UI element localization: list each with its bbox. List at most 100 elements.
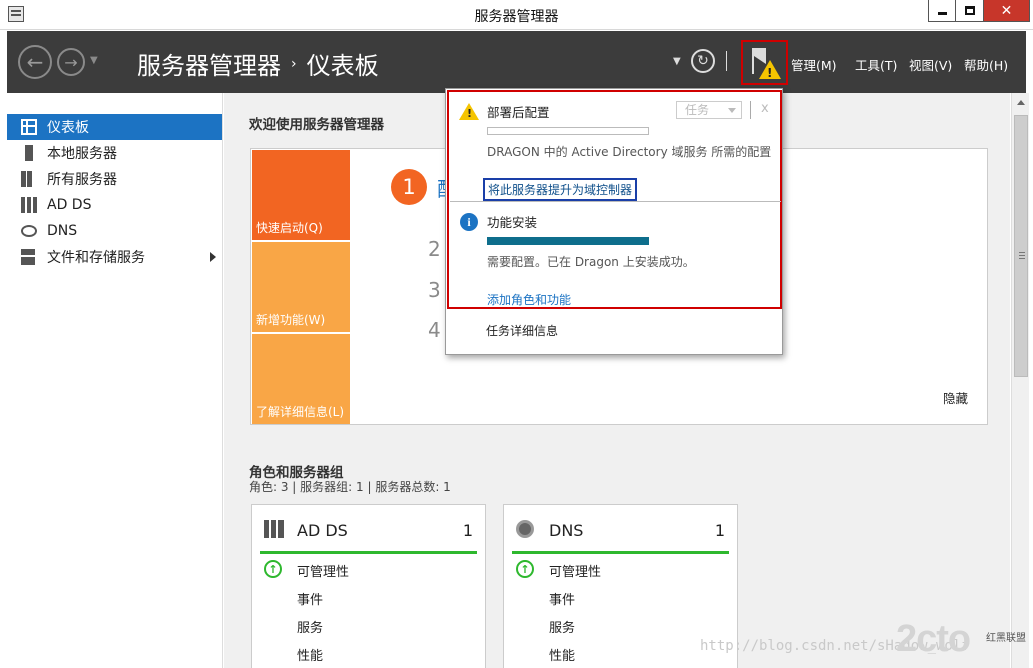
header-divider xyxy=(726,51,727,71)
scroll-up-icon[interactable] xyxy=(1017,100,1025,105)
close-icon: ✕ xyxy=(1000,2,1013,19)
sidebar-item-label: 文件和存储服务 xyxy=(47,250,145,266)
notifications-popup: ! 部署后配置 任务 x DRAGON 中的 Active Directory … xyxy=(445,88,783,355)
menu-tools[interactable]: 工具(T) xyxy=(855,55,897,74)
refresh-icon: ↻ xyxy=(697,53,709,69)
task-dropdown[interactable]: 任务 xyxy=(676,101,742,119)
sidebar-item-dashboard[interactable]: 仪表板 xyxy=(7,114,222,140)
welcome-title: 欢迎使用服务器管理器 xyxy=(249,117,384,133)
servers-icon xyxy=(21,171,37,187)
warning-mark: ! xyxy=(467,107,473,120)
vertical-scrollbar[interactable] xyxy=(1011,93,1029,668)
expand-arrow-icon[interactable] xyxy=(210,252,216,262)
refresh-button[interactable]: ↻ xyxy=(691,49,715,73)
role-row-manageability[interactable]: 可管理性 xyxy=(549,561,601,580)
promote-dc-link[interactable]: 将此服务器提升为域控制器 xyxy=(483,178,638,201)
role-card-ad-ds[interactable]: AD DS 1 ↑ 可管理性 事件 服务 性能 xyxy=(251,504,486,668)
status-bar xyxy=(512,551,729,554)
status-bar xyxy=(260,551,477,554)
watermark-logo: 2cto xyxy=(896,618,971,660)
step-4-number: 4 xyxy=(428,318,441,342)
breadcrumb-current: 仪表板 xyxy=(306,52,379,80)
task-details-link[interactable]: 任务详细信息 xyxy=(486,322,558,339)
breadcrumb: 服务器管理器 › 仪表板 xyxy=(137,46,379,81)
dns-icon xyxy=(21,225,37,237)
add-roles-features-link[interactable]: 添加角色和功能 xyxy=(487,291,571,308)
sidebar-item-label: 本地服务器 xyxy=(47,146,117,162)
dashboard-icon xyxy=(21,119,37,135)
post-deploy-title: 部署后配置 xyxy=(487,105,550,120)
role-row-services[interactable]: 服务 xyxy=(297,617,323,636)
tile-whats-new[interactable]: 新增功能(W) xyxy=(252,242,350,332)
history-dropdown-icon[interactable]: ▼ xyxy=(90,55,98,66)
sidebar-item-file-storage[interactable]: 文件和存储服务 xyxy=(7,244,222,270)
notifications-flag-button[interactable]: ! xyxy=(741,40,788,85)
role-row-performance[interactable]: 性能 xyxy=(549,645,575,664)
breadcrumb-root[interactable]: 服务器管理器 xyxy=(137,46,281,81)
window-controls: ✕ xyxy=(928,0,1030,22)
role-name: DNS xyxy=(549,521,584,540)
menu-manage[interactable]: 管理(M) xyxy=(791,55,837,74)
dismiss-notification-button[interactable]: x xyxy=(761,101,769,116)
breadcrumb-separator: › xyxy=(291,55,297,72)
post-deploy-progress xyxy=(487,127,649,135)
maximize-icon xyxy=(964,6,975,15)
roles-summary: 角色: 3 | 服务器组: 1 | 服务器总数: 1 xyxy=(249,480,451,494)
role-row-events[interactable]: 事件 xyxy=(549,589,575,608)
menu-help[interactable]: 帮助(H) xyxy=(964,55,1008,74)
menu-view[interactable]: 视图(V) xyxy=(909,55,952,74)
status-ok-icon: ↑ xyxy=(516,560,534,578)
watermark-logo-sub: 红黑联盟 xyxy=(986,633,1026,644)
dropdown-icon[interactable]: ▼ xyxy=(673,56,681,67)
file-storage-icon xyxy=(21,249,35,265)
sidebar-item-label: AD DS xyxy=(47,197,92,213)
sidebar: 仪表板 本地服务器 所有服务器 AD DS DNS 文件和存储服务 xyxy=(7,93,223,668)
sidebar-item-local-server[interactable]: 本地服务器 xyxy=(7,140,222,166)
dns-icon xyxy=(516,520,534,538)
forward-button[interactable]: → xyxy=(57,48,85,76)
arrow-left-icon: ← xyxy=(26,50,44,74)
close-window-button[interactable]: ✕ xyxy=(984,0,1030,22)
minimize-icon xyxy=(937,12,947,15)
hide-welcome-link[interactable]: 隐藏 xyxy=(943,388,968,407)
arrow-right-icon: → xyxy=(64,52,78,72)
back-button[interactable]: ← xyxy=(18,45,52,79)
sidebar-item-dns[interactable]: DNS xyxy=(7,218,222,244)
role-row-manageability[interactable]: 可管理性 xyxy=(297,561,349,580)
window-title: 服务器管理器 xyxy=(474,9,559,25)
sidebar-item-ad-ds[interactable]: AD DS xyxy=(7,192,222,218)
notifications-list: ! 部署后配置 任务 x DRAGON 中的 Active Directory … xyxy=(447,90,782,309)
server-icon xyxy=(25,145,33,161)
step-3-number: 3 xyxy=(428,278,441,302)
tile-quick-start[interactable]: 快速启动(Q) xyxy=(252,150,350,240)
tile-learn-more[interactable]: 了解详细信息(L) xyxy=(252,334,350,424)
step-2-number: 2 xyxy=(428,237,441,261)
role-row-services[interactable]: 服务 xyxy=(549,617,575,636)
sidebar-item-label: DNS xyxy=(47,223,78,239)
feature-install-description: 需要配置。已在 Dragon 上安装成功。 xyxy=(487,255,695,269)
scroll-thumb[interactable] xyxy=(1014,115,1028,377)
role-row-performance[interactable]: 性能 xyxy=(297,645,323,664)
notification-divider xyxy=(750,101,751,119)
role-row-events[interactable]: 事件 xyxy=(297,589,323,608)
role-count: 1 xyxy=(462,521,473,540)
minimize-button[interactable] xyxy=(928,0,956,22)
role-count: 1 xyxy=(714,521,725,540)
feature-install-title: 功能安装 xyxy=(487,215,538,230)
ad-ds-icon xyxy=(264,520,284,538)
sidebar-item-label: 仪表板 xyxy=(47,120,89,136)
role-name: AD DS xyxy=(297,521,348,540)
post-deploy-description: DRAGON 中的 Active Directory 域服务 所需的配置 xyxy=(487,145,772,159)
warning-mark: ! xyxy=(767,66,773,80)
sidebar-item-all-servers[interactable]: 所有服务器 xyxy=(7,166,222,192)
feature-install-progress xyxy=(487,237,649,245)
notification-separator xyxy=(450,201,781,202)
info-icon: i xyxy=(460,213,478,231)
step-1-badge: 1 xyxy=(391,169,427,205)
maximize-button[interactable] xyxy=(956,0,984,22)
sidebar-item-label: 所有服务器 xyxy=(47,172,117,188)
status-ok-icon: ↑ xyxy=(264,560,282,578)
ad-ds-icon xyxy=(21,197,37,213)
window-titlebar: 服务器管理器 ✕ xyxy=(0,0,1033,30)
grip-icon xyxy=(1019,252,1025,253)
